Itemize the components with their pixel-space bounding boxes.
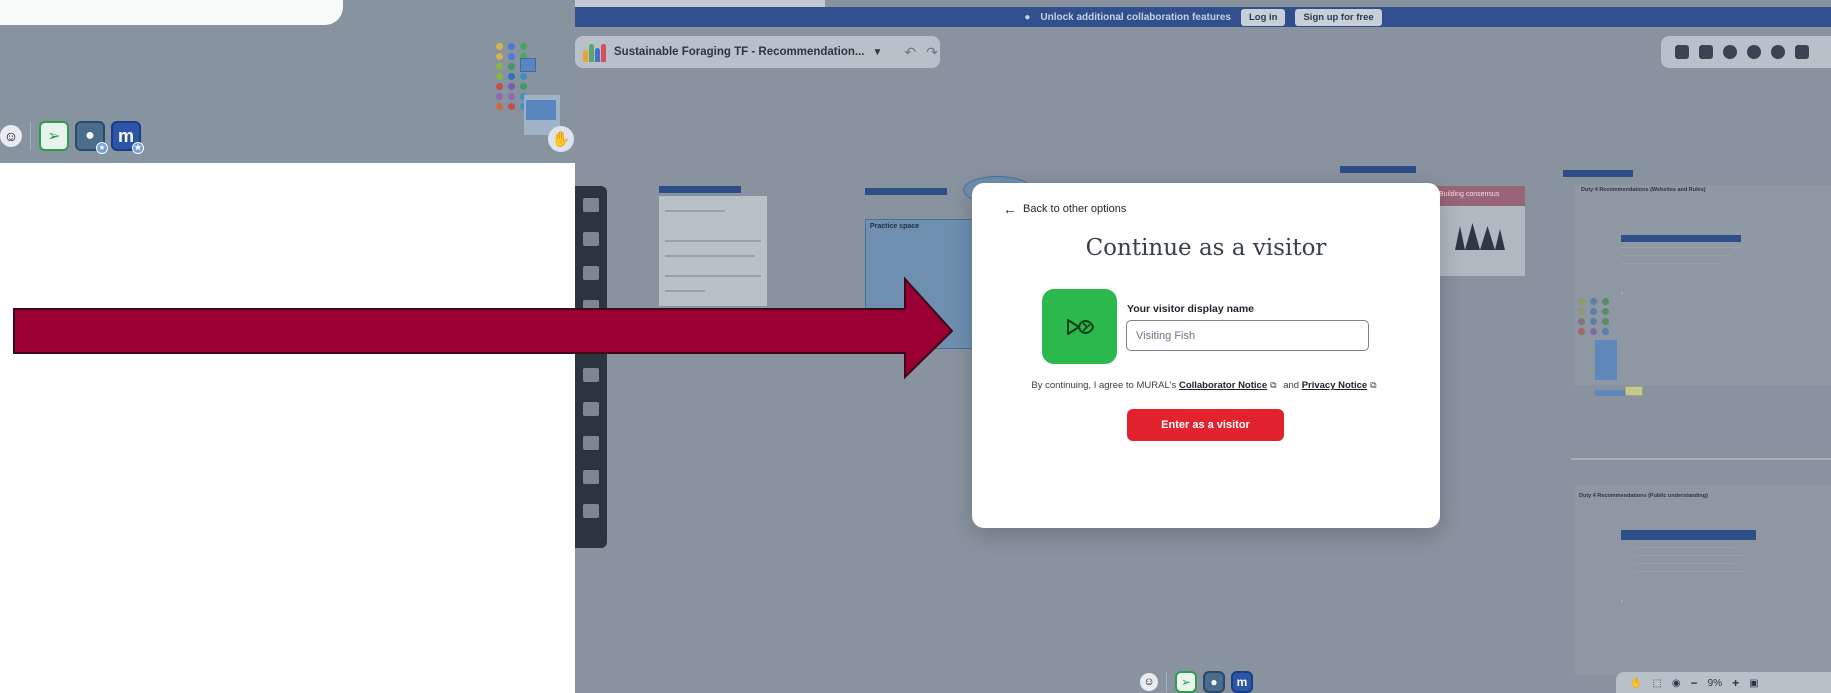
shapes-icon[interactable] bbox=[583, 300, 599, 314]
practice-space-label: Practice space bbox=[870, 223, 920, 230]
signup-button[interactable]: Sign up for free bbox=[1295, 8, 1382, 26]
diagram-icon[interactable] bbox=[583, 402, 599, 416]
text-line bbox=[665, 210, 725, 212]
zoomed-card bbox=[0, 0, 343, 25]
mural-logo-icon[interactable] bbox=[583, 42, 606, 62]
divider bbox=[1571, 458, 1831, 460]
visitor-fish-avatar[interactable]: ➢ bbox=[1175, 671, 1197, 693]
fish-icon bbox=[1066, 318, 1094, 335]
connector-icon[interactable] bbox=[583, 334, 599, 348]
hand-icon[interactable]: ✋ bbox=[548, 126, 574, 152]
label-tag bbox=[1595, 390, 1625, 396]
banner-message: Unlock additional collaboration features bbox=[1040, 11, 1231, 23]
collaborator-notice-link[interactable]: Collaborator Notice bbox=[1179, 380, 1267, 391]
privacy-notice-link[interactable]: Privacy Notice bbox=[1302, 380, 1367, 391]
bottom-collaborators-bar: ☺ ➢ ● m bbox=[1140, 671, 1253, 693]
table-icon[interactable] bbox=[583, 436, 599, 450]
camera-icon[interactable]: ◉ bbox=[1672, 678, 1681, 689]
divider bbox=[1166, 672, 1167, 692]
zoom-level: 9% bbox=[1707, 677, 1723, 689]
top-right-toolbar bbox=[1661, 36, 1831, 68]
visitor-modal: ← Back to other options Continue as a vi… bbox=[972, 183, 1440, 528]
checklist-icon[interactable] bbox=[1675, 45, 1689, 59]
visitor-name-input[interactable] bbox=[1126, 320, 1369, 351]
person-icon[interactable] bbox=[1747, 45, 1761, 59]
consensus-frame: Building consensus bbox=[1435, 186, 1525, 276]
blank-panel bbox=[0, 163, 575, 693]
mural-m-avatar[interactable]: m ★ bbox=[111, 121, 144, 154]
text-line bbox=[665, 290, 705, 292]
divider bbox=[30, 122, 31, 150]
star-badge-icon: ★ bbox=[132, 142, 144, 154]
consent-text: By continuing, I agree to MURAL's Collab… bbox=[972, 380, 1440, 391]
external-link-icon: ⧉ bbox=[1270, 380, 1277, 390]
frame-label bbox=[1563, 170, 1633, 177]
recommendation-table bbox=[1621, 292, 1831, 382]
people-icon: ● bbox=[1024, 11, 1031, 23]
board-title-bar: Sustainable Foraging TF - Recommendation… bbox=[575, 36, 940, 68]
zoom-out-button[interactable]: − bbox=[1691, 676, 1698, 690]
visitor-fish-avatar[interactable]: ➢ bbox=[39, 121, 69, 151]
recommendation-table-2 bbox=[1621, 600, 1831, 670]
pen-icon[interactable] bbox=[583, 470, 599, 484]
smiley-icon[interactable]: ☺ bbox=[0, 125, 22, 147]
templates-icon[interactable] bbox=[583, 198, 599, 212]
upgrade-banner: ● Unlock additional collaboration featur… bbox=[575, 7, 1831, 27]
presentation-icon[interactable] bbox=[1699, 45, 1713, 59]
sticky-note-icon[interactable] bbox=[583, 232, 599, 246]
back-to-options-link[interactable]: ← Back to other options bbox=[1003, 201, 1126, 217]
section-banner bbox=[1621, 530, 1756, 540]
user-photo-avatar[interactable]: ● bbox=[1203, 671, 1225, 693]
chevron-down-icon[interactable]: ▼ bbox=[872, 47, 882, 58]
zoom-in-button[interactable]: + bbox=[1732, 676, 1739, 690]
banner-top-strip bbox=[575, 0, 825, 7]
smiley-icon[interactable]: ☺ bbox=[1140, 673, 1158, 691]
hand-icon[interactable]: ✋ bbox=[1630, 678, 1642, 689]
building-consensus-label: Building consensus bbox=[1439, 191, 1500, 198]
practice-space-frame: Practice space bbox=[865, 219, 973, 349]
collaborators-bar: ☺ ➢ ● ★ m ★ bbox=[0, 121, 144, 154]
board-title[interactable]: Sustainable Foraging TF - Recommendation… bbox=[614, 46, 864, 58]
sticky-cluster bbox=[1595, 340, 1617, 380]
login-button[interactable]: Log in bbox=[1240, 8, 1286, 26]
mural-m-avatar[interactable]: m bbox=[1231, 671, 1253, 693]
help-icon[interactable] bbox=[1771, 45, 1785, 59]
modal-title: Continue as a visitor bbox=[1085, 235, 1327, 261]
settings-icon[interactable] bbox=[1795, 45, 1809, 59]
consent-prefix: By continuing, I agree to MURAL's bbox=[1031, 380, 1177, 391]
zoomed-screenshot-panel: ✋ ☺ ➢ ● ★ m ★ bbox=[0, 0, 575, 163]
color-dot-palette bbox=[1578, 298, 1611, 335]
back-label: Back to other options bbox=[1023, 203, 1127, 215]
text-line bbox=[665, 275, 761, 277]
frame-label bbox=[1340, 166, 1416, 173]
frame-label bbox=[865, 188, 947, 195]
export-icon[interactable] bbox=[583, 504, 599, 518]
text-icon[interactable] bbox=[583, 266, 599, 280]
frame-label bbox=[659, 186, 741, 193]
comment-icon[interactable] bbox=[1723, 45, 1737, 59]
undo-redo-icons[interactable]: ↶↷ bbox=[904, 44, 947, 61]
cursor-icon[interactable]: ⬚ bbox=[1652, 678, 1661, 689]
consent-and: and bbox=[1283, 380, 1300, 391]
text-line bbox=[665, 240, 761, 242]
duty4-title: Duty 4 Recommendations (Websites and Rul… bbox=[1581, 187, 1706, 193]
duty4-public-title: Duty 4 Recommendations (Public understan… bbox=[1579, 493, 1708, 499]
star-badge-icon: ★ bbox=[96, 142, 108, 154]
zoom-controls: ✋ ⬚ ◉ − 9% + ▣ bbox=[1616, 672, 1831, 693]
image-icon[interactable] bbox=[583, 368, 599, 382]
minimap-toggle-icon[interactable]: ▣ bbox=[1749, 678, 1758, 689]
section-banner bbox=[1621, 235, 1741, 242]
enter-as-visitor-button[interactable]: Enter as a visitor bbox=[1127, 409, 1284, 441]
user-photo-avatar[interactable]: ● ★ bbox=[75, 121, 108, 154]
fish-avatar-icon bbox=[1042, 289, 1117, 364]
arrow-left-icon: ← bbox=[1003, 201, 1017, 217]
visitor-name-label: Your visitor display name bbox=[1127, 303, 1255, 315]
external-link-icon: ⧉ bbox=[1370, 380, 1377, 390]
building-consensus-banner: Building consensus bbox=[1435, 186, 1525, 206]
hands-illustration bbox=[1455, 223, 1505, 250]
left-tool-sidebar bbox=[575, 186, 607, 548]
text-line bbox=[665, 255, 755, 257]
